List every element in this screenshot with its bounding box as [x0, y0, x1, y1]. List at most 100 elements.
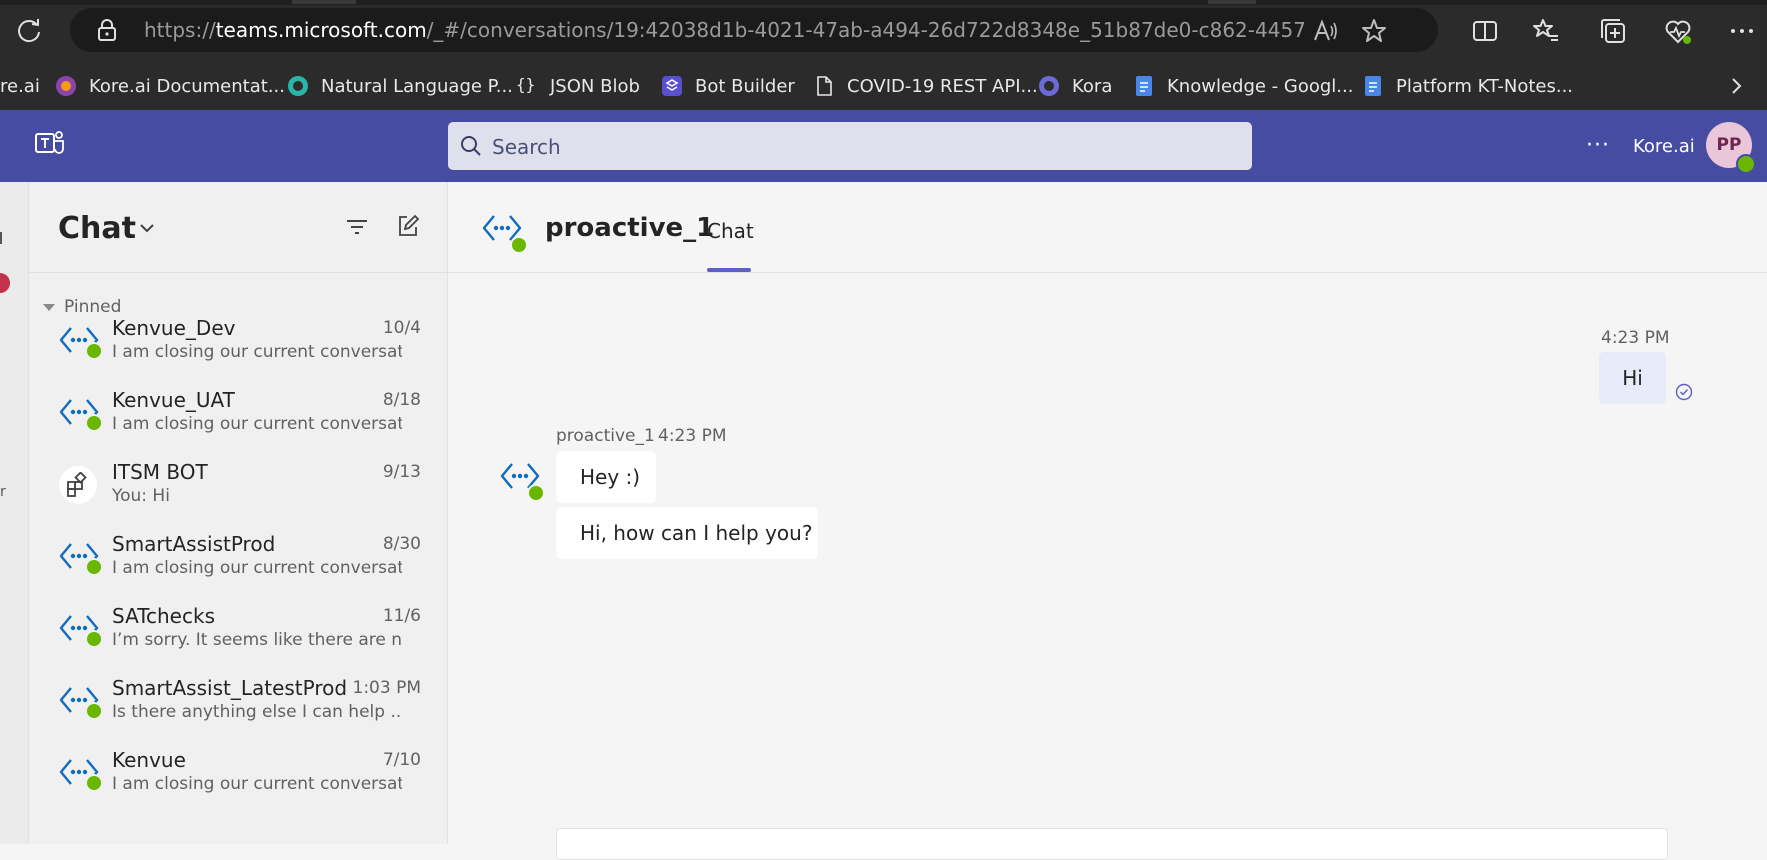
bookmark-item[interactable]: COVID-19 REST API... [813, 72, 1038, 100]
conversation-title[interactable]: proactive_1 [545, 213, 714, 243]
search-input[interactable] [490, 123, 1234, 171]
url-scheme: https:// [144, 18, 216, 42]
chat-item-date: 7/10 [382, 750, 421, 770]
tab-strip-edge [0, 0, 1767, 5]
url-text[interactable]: https://teams.microsoft.com/_#/conversat… [144, 18, 1304, 42]
chat-item-name: Kenvue_UAT [112, 388, 235, 412]
bookmarks-overflow-chevron-icon[interactable] [1726, 74, 1746, 102]
chat-item-date: 11/6 [382, 606, 421, 626]
bot-builder-icon [662, 76, 682, 96]
chat-list-item[interactable]: Kenvue I am closing our current conversat… [29, 736, 447, 808]
presence-available-icon [510, 236, 528, 254]
chat-item-date: 1:03 PM [352, 678, 422, 698]
presence-available-icon [1736, 154, 1756, 174]
bookmark-item[interactable]: Kora [1038, 72, 1112, 100]
search-icon [459, 134, 483, 162]
chat-item-preview: Is there anything else I can help ... [112, 702, 402, 722]
chat-list-item[interactable]: SmartAssist_LatestProd Is there anything … [29, 664, 447, 736]
tab-active-indicator [707, 268, 751, 272]
rail-mark [0, 232, 2, 244]
chat-list-item[interactable]: ITSM BOT You: Hi 9/13 [29, 448, 447, 520]
chat-item-preview: You: Hi [112, 486, 170, 506]
chat-item-preview: I’m sorry. It seems like there are n... [112, 630, 402, 650]
presence-available-icon [527, 484, 545, 502]
chat-list-item[interactable]: Kenvue_Dev I am closing our current conve… [29, 304, 447, 376]
presence-available-icon [85, 630, 103, 648]
message-timestamp: 4:23 PM [1601, 328, 1670, 348]
url-path: /_#/conversations/19:42038d1b-4021-47ab-… [426, 18, 1304, 42]
bookmark-item[interactable]: Platform KT-Notes... [1362, 72, 1573, 100]
message-timestamp: 4:23 PM [658, 426, 727, 446]
chat-item-date: 9/13 [382, 462, 421, 482]
bookmark-label: Platform KT-Notes... [1396, 75, 1574, 97]
chat-item-name: Kenvue [112, 748, 186, 772]
favorite-star-icon[interactable] [1359, 16, 1389, 46]
braces-icon: {} [516, 75, 536, 94]
apps-icon [67, 472, 87, 497]
presence-available-icon [85, 558, 103, 576]
chat-item-name: Kenvue_Dev [112, 316, 236, 340]
chat-list-title[interactable]: Chat [58, 211, 136, 246]
bookmark-item[interactable]: Natural Language P... [287, 72, 513, 100]
favorites-icon[interactable] [1531, 16, 1561, 46]
url-host: teams.microsoft.com [215, 18, 427, 42]
presence-available-icon [85, 774, 103, 792]
new-chat-icon[interactable] [396, 214, 420, 242]
chat-list-item[interactable]: SmartAssistProd I am closing our current … [29, 520, 447, 592]
chat-item-preview: I am closing our current conversat... [112, 414, 402, 434]
bookmark-label: COVID-19 REST API... [847, 75, 1038, 97]
received-message-bubble[interactable]: Hey :) [556, 451, 656, 503]
chat-item-name: SmartAssist_LatestProd [112, 676, 348, 700]
bookmark-item[interactable]: Knowledge - Googl... [1133, 72, 1353, 100]
kore-ai-icon [56, 76, 76, 96]
rail-label: r [0, 484, 6, 500]
received-message-bubble[interactable]: Hi, how can I help you? [556, 507, 818, 559]
bookmark-item[interactable]: Bot Builder [661, 72, 795, 100]
bookmark-label: re.ai [0, 75, 40, 97]
chat-list-item[interactable]: SATchecks I’m sorry. It seems like there … [29, 592, 447, 664]
document-icon [817, 76, 832, 96]
bookmark-label: Natural Language P... [321, 75, 513, 97]
sent-message-bubble[interactable]: Hi [1599, 352, 1666, 404]
teams-logo-icon[interactable] [34, 127, 66, 159]
google-docs-icon [1136, 76, 1152, 96]
bookmark-item[interactable]: {} JSON Blob [516, 72, 640, 100]
browser-essentials-icon[interactable] [1663, 16, 1693, 46]
chat-item-preview: I am closing our current conversat... [112, 774, 402, 794]
read-receipt-icon [1675, 383, 1693, 405]
chevron-down-icon[interactable] [138, 220, 156, 239]
lock-icon[interactable] [96, 18, 118, 46]
filter-icon[interactable] [345, 216, 369, 242]
google-docs-icon [1365, 76, 1381, 96]
reload-icon[interactable] [14, 16, 44, 46]
chat-item-name: ITSM BOT [112, 460, 208, 484]
split-screen-icon[interactable] [1470, 16, 1500, 46]
tab-chat[interactable]: Chat [707, 219, 754, 243]
nlp-icon [288, 76, 308, 96]
chat-item-date: 10/4 [382, 318, 421, 338]
bookmark-item[interactable]: re.ai [0, 72, 40, 100]
bookmark-label: Bot Builder [695, 75, 795, 97]
bookmark-item[interactable]: Kore.ai Documentat... [55, 72, 285, 100]
more-options-button[interactable]: ··· [1586, 133, 1610, 158]
bookmark-label: Kore.ai Documentat... [89, 75, 285, 97]
bookmark-label: JSON Blob [550, 75, 640, 97]
compose-box[interactable] [556, 828, 1668, 860]
org-name[interactable]: Kore.ai [1633, 136, 1695, 157]
presence-available-icon [85, 414, 103, 432]
divider [29, 272, 447, 273]
message-sender: proactive_1 [556, 426, 655, 446]
bookmark-label: Kora [1072, 75, 1113, 97]
chat-item-preview: I am closing our current conversat... [112, 558, 402, 578]
bookmark-label: Knowledge - Googl... [1167, 75, 1354, 97]
kora-icon [1039, 76, 1059, 96]
collections-icon[interactable] [1598, 16, 1628, 46]
read-aloud-icon[interactable] [1309, 16, 1339, 46]
presence-available-icon [85, 702, 103, 720]
settings-more-icon[interactable] [1727, 16, 1757, 46]
presence-available-icon [85, 342, 103, 360]
chat-item-date: 8/18 [382, 390, 421, 410]
chat-list-item[interactable]: Kenvue_UAT I am closing our current conve… [29, 376, 447, 448]
chat-item-date: 8/30 [382, 534, 421, 554]
chat-item-preview: I am closing our current conversat... [112, 342, 402, 362]
